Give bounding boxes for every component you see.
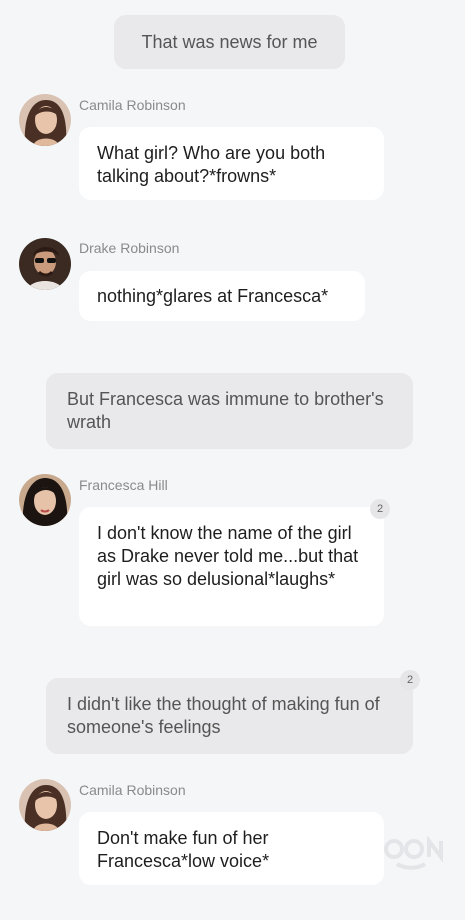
narration-text: That was news for me <box>141 32 318 52</box>
francesca-avatar-image <box>19 474 71 526</box>
chat-bubble: I don't know the name of the girl as Dra… <box>79 507 384 626</box>
chat-bubble: Don't make fun of her Francesca*low voic… <box>79 812 384 885</box>
chat-text: What girl? Who are you both talking abou… <box>97 143 326 186</box>
camila-avatar-image <box>19 779 71 831</box>
camila-avatar[interactable] <box>19 779 71 831</box>
narration-bubble: But Francesca was immune to brother's wr… <box>46 373 413 449</box>
francesca-avatar[interactable] <box>19 474 71 526</box>
chat-text: I don't know the name of the girl as Dra… <box>97 523 359 589</box>
author-name: Francesca Hill <box>79 477 168 493</box>
chat-bubble: nothing*glares at Francesca* <box>79 271 365 321</box>
chat-text: nothing*glares at Francesca* <box>97 286 329 306</box>
drake-avatar[interactable] <box>19 238 71 290</box>
narration-bubble: That was news for me <box>114 15 345 69</box>
author-name: Camila Robinson <box>79 97 186 113</box>
watermark-logo <box>383 835 447 870</box>
narration-bubble: I didn't like the thought of making fun … <box>46 678 413 754</box>
comment-count-badge[interactable]: 2 <box>400 670 420 690</box>
narration-text: But Francesca was immune to brother's wr… <box>67 389 384 432</box>
drake-avatar-image <box>19 238 71 290</box>
author-name: Drake Robinson <box>79 240 180 256</box>
author-name: Camila Robinson <box>79 782 186 798</box>
camila-avatar[interactable] <box>19 94 71 146</box>
chat-text: Don't make fun of her Francesca*low voic… <box>97 828 270 871</box>
narration-text: I didn't like the thought of making fun … <box>67 694 380 737</box>
camila-avatar-image <box>19 94 71 146</box>
comment-count-badge[interactable]: 2 <box>370 499 390 519</box>
chat-bubble: What girl? Who are you both talking abou… <box>79 127 384 200</box>
